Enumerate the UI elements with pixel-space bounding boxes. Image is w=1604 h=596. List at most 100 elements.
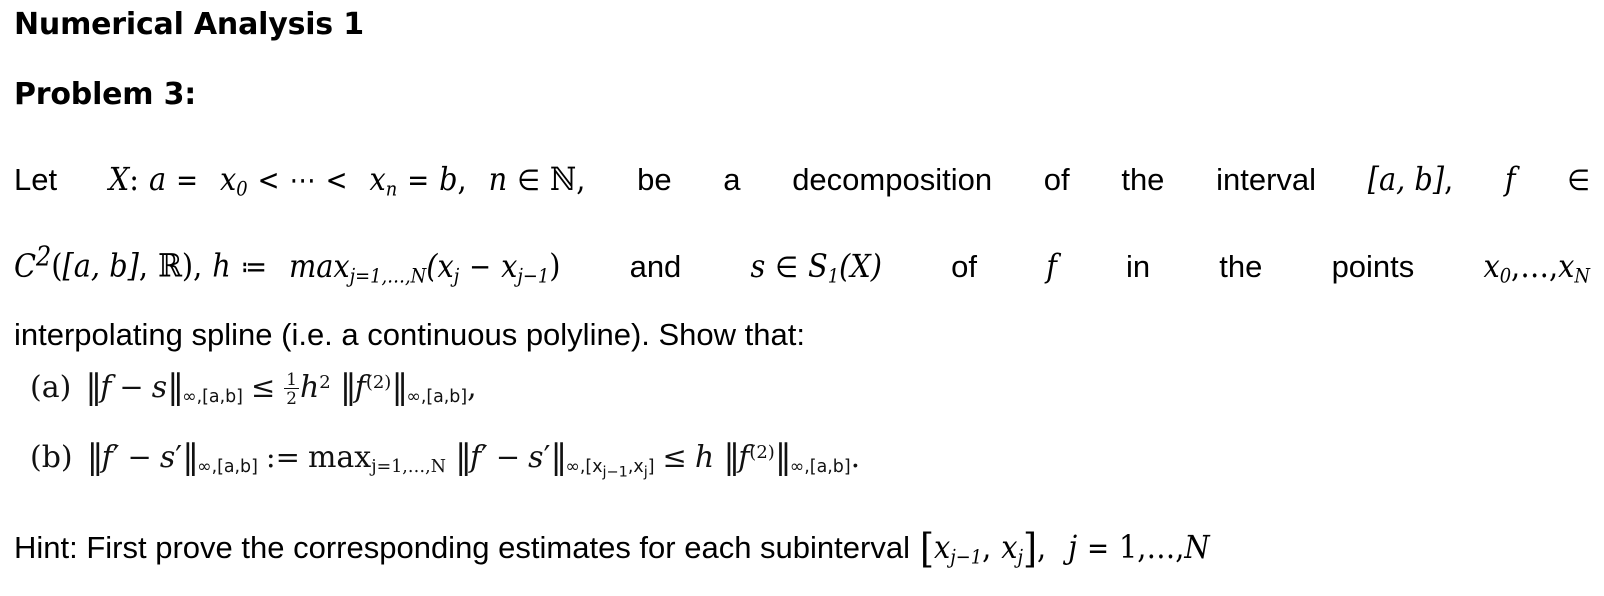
math-f-b3: f (738, 440, 750, 475)
math-a: a (149, 160, 167, 198)
math-C-exponent: 2 (36, 241, 52, 272)
norm-subscript-a1: ∞,[a,b] (182, 387, 243, 408)
math-max-b: max (307, 440, 372, 475)
math-colon-equals: ≔ (240, 249, 267, 284)
problem-heading: Problem 3: (14, 77, 197, 112)
math-element-of-2: ∈ (1567, 163, 1590, 197)
math-xj-minus-1-subscript-hint: j−1 (950, 545, 983, 569)
math-f-b2: f (469, 440, 482, 475)
norm-subscript-b2: ∞,[xj−1,xj] (565, 457, 654, 480)
math-define-b: := (265, 440, 300, 474)
math-equals-hint: = (1087, 531, 1109, 565)
math-minus-b2: − (495, 440, 521, 474)
math-xn: xn (369, 160, 398, 201)
comma-6: , (1511, 246, 1521, 285)
math-prime-b1: ′ (112, 440, 120, 475)
math-max-subscript-b: j=1,…,N (371, 457, 446, 478)
math-less-than-2: < (325, 163, 348, 197)
comma-hint-4: , (1175, 528, 1185, 566)
norm-bar-close-b1: ‖ (182, 437, 199, 477)
math-S-subscript: 1 (827, 264, 840, 288)
node-list-group: x0,…,xN (1483, 227, 1590, 316)
problem-statement: Let X: a = x0 < ⋯ < xn = b, n ∈ ℕ, be a decompositio… (14, 140, 1590, 374)
interval-ab-group: [a, b], (1368, 140, 1453, 219)
norm-subscript-b2-j-minus-1: j−1 (602, 464, 628, 481)
norm-bar-open-b3: ‖ (723, 437, 740, 477)
math-f-a2: f (354, 370, 366, 405)
math-N-hint: N (1184, 528, 1210, 566)
math-f-2: f (1046, 246, 1057, 285)
norm-subscript-b3: ∞,[a,b] (789, 457, 851, 478)
math-minus-a: − (119, 370, 144, 404)
math-h: h (212, 246, 231, 285)
math-one-hint: 1 (1118, 528, 1138, 566)
math-ellipsis-2: … (1520, 246, 1549, 285)
math-s-a: s (151, 370, 168, 405)
item-b-trailing-period: . (850, 440, 861, 475)
math-xj-minus-1-subscript: j−1 (517, 264, 550, 288)
math-x0-subscript-2: 0 (1499, 264, 1512, 288)
comma-1: , (457, 160, 467, 198)
comma-7: , (1548, 246, 1559, 285)
norm-bar-close-a1: ‖ (167, 367, 184, 407)
statement-line-3: interpolating spline (i.e. a continuous … (14, 296, 1590, 374)
word-decomposition: decomposition (792, 162, 993, 197)
norm-bar-open-a1: ‖ (85, 367, 102, 407)
math-j-hint: j (1068, 528, 1078, 566)
norm-subscript-b2-pre: ∞,[x (565, 457, 603, 478)
norm-bar-close-a2: ‖ (391, 367, 408, 407)
math-interval-ab: [a, b] (1367, 160, 1445, 198)
paren-close: ) (181, 246, 194, 285)
math-leq-b: ≤ (662, 440, 687, 474)
bracket-open-hint: [ (919, 526, 935, 572)
comma-2: , (576, 160, 586, 198)
math-xN-subscript: N (1574, 264, 1590, 288)
math-natural-numbers: ℕ (549, 160, 577, 198)
word-and: and (629, 248, 682, 284)
math-less-than-1: < (257, 163, 280, 197)
word-points: points (1331, 248, 1415, 284)
paren-close-2: ) (549, 246, 561, 285)
item-b: (b) ‖f′ − s′‖∞,[a,b]:= maxj=1,…,N ‖f′ − s′‖∞,[x… (30, 436, 860, 481)
math-x0: x0 (220, 160, 248, 201)
math-max-subscript: j=1,…,N (349, 264, 427, 288)
fraction-numerator: 1 (286, 368, 297, 389)
decomposition-definition: X: a = x0 < ⋯ < xn = b, n ∈ ℕ, (109, 140, 586, 229)
math-leq-a: ≤ (250, 370, 276, 404)
norm-bar-close-b3: ‖ (774, 437, 792, 477)
norm-bar-open-a2: ‖ (339, 367, 357, 407)
math-f-a: f (100, 370, 112, 405)
document-page: Numerical Analysis 1 Problem 3: Let X: a =… (0, 0, 1604, 596)
word-of-2: of (951, 248, 978, 284)
norm-subscript-b2-mid: ,x (627, 457, 644, 478)
math-h-b: h (694, 440, 715, 475)
word-interval: interval (1216, 162, 1317, 197)
math-f-derivative-order-b: (2) (749, 442, 775, 463)
math-s-b1: s (159, 440, 176, 475)
norm-bar-open-b2: ‖ (454, 437, 472, 477)
item-a-label: (a) (30, 370, 72, 405)
statement-line-2: C2([a, b], ℝ), h ≔ maxj=1,…,N(xj − xj−1) and s… (14, 218, 1590, 296)
math-xj-open: (xj (426, 246, 460, 288)
comma-3: , (1444, 160, 1454, 198)
fraction-one-half: 12 (284, 370, 299, 407)
math-xj-hint: xj (1001, 528, 1023, 569)
norm-bar-open-b1: ‖ (86, 437, 104, 477)
comma-5: , (193, 246, 203, 285)
bracket-close-hint: ] (1023, 526, 1038, 572)
math-f-derivative-order-a: (2) (365, 372, 392, 393)
word-the: the (1121, 162, 1165, 197)
word-in: in (1126, 248, 1151, 284)
math-xj-minus-1: xj−1 (501, 246, 550, 288)
math-element-of-1: ∈ (517, 163, 540, 197)
math-h-a: h2 (299, 370, 331, 405)
word-let: Let (14, 162, 58, 197)
paren-open: ( (51, 246, 63, 285)
math-minus-1: − (469, 249, 492, 284)
hint-index-range: j = 1,…,N (1068, 517, 1209, 578)
word-a: a (723, 162, 741, 197)
math-f: f (1504, 160, 1516, 198)
statement-line-3-text: interpolating spline (i.e. a continuous … (14, 317, 805, 352)
math-prime-b2: ′ (481, 440, 488, 475)
math-equals-2: = (407, 163, 430, 197)
